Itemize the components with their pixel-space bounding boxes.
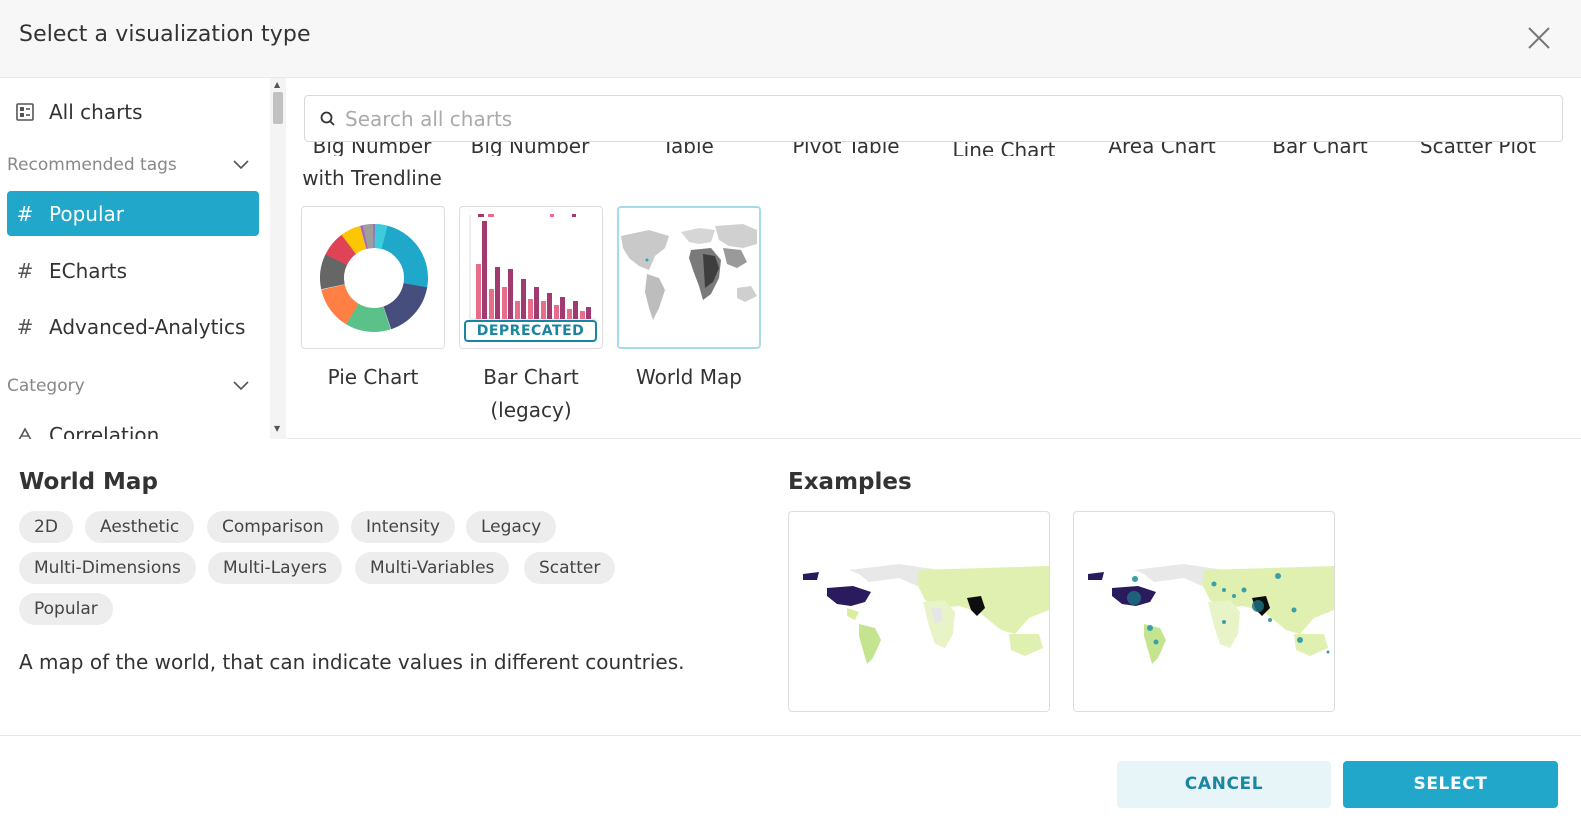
cancel-button[interactable]: CANCEL [1117, 761, 1331, 808]
sidebar-item-label: Correlation [49, 422, 160, 440]
tag: Multi-Layers [208, 552, 342, 584]
thumbnail-bar [489, 289, 494, 319]
thumbnail-bar [580, 311, 585, 319]
tile-label[interactable]: Bar Chart (legacy) [459, 361, 603, 427]
search-input[interactable] [345, 106, 1545, 131]
tag: Aesthetic [85, 511, 195, 543]
sidebar-item-advanced-analytics[interactable]: # Advanced-Analytics [7, 304, 259, 349]
chart-gallery: Big Number Big Number Table Pivot Table … [287, 78, 1581, 439]
partially-hidden-row: Big Number Big Number Table Pivot Table … [287, 142, 1581, 156]
scroll-down-icon[interactable]: ▼ [274, 424, 280, 433]
sidebar-item-all-charts[interactable]: All charts [7, 89, 259, 134]
hash-icon: # [16, 201, 34, 226]
close-icon[interactable] [1526, 25, 1552, 51]
tag: Comparison [207, 511, 339, 543]
tile-label[interactable]: Table [613, 142, 763, 156]
select-button[interactable]: SELECT [1343, 761, 1558, 808]
tile-label-line1: Bar Chart [483, 365, 579, 389]
chart-details: World Map 2D Aesthetic Comparison Intens… [0, 439, 1581, 736]
thumbnail-bar [534, 287, 539, 319]
tile-label[interactable]: Line Chart [929, 142, 1079, 156]
chevron-down-icon [233, 160, 249, 170]
tile-label[interactable]: Scatter Plot [1403, 142, 1553, 156]
tag: Scatter [524, 552, 616, 584]
sidebar-item-correlation[interactable]: Correlation [7, 412, 259, 439]
tag: 2D [19, 511, 73, 543]
thumbnail-bar [528, 299, 533, 319]
section-label: Category [7, 376, 85, 396]
sidebar-item-echarts[interactable]: # ECharts [7, 248, 259, 293]
selected-chart-title: World Map [19, 469, 158, 495]
sidebar-item-label: All charts [49, 99, 143, 124]
search-box[interactable] [304, 95, 1563, 142]
thumbnail-bar [508, 269, 513, 319]
thumbnail-bar [502, 287, 507, 319]
world-map-bubble-example [1088, 564, 1334, 664]
sidebar-item-label: ECharts [49, 258, 128, 283]
tile-label[interactable]: Big Number [297, 142, 447, 156]
tag: Popular [19, 593, 113, 625]
sidebar-item-popular[interactable]: # Popular [7, 191, 259, 236]
tile-label-line2: with Trendline [302, 166, 442, 190]
examples-title: Examples [788, 469, 912, 495]
recommended-tags-header[interactable]: Recommended tags [7, 150, 259, 180]
tag: Multi-Dimensions [19, 552, 196, 584]
world-map-thumbnail [621, 224, 757, 320]
hash-icon: # [16, 314, 34, 339]
sidebar-scrollbar[interactable]: ▲ ▼ [270, 78, 286, 439]
chart-description: A map of the world, that can indicate va… [19, 650, 685, 674]
example-image[interactable] [1073, 511, 1335, 712]
chart-tile-pie[interactable] [301, 206, 445, 349]
section-label: Recommended tags [7, 155, 177, 175]
hash-icon: # [16, 258, 34, 283]
category-header[interactable]: Category [7, 371, 259, 401]
pie-chart-thumbnail [320, 224, 428, 332]
tag: Legacy [466, 511, 557, 543]
thumbnail-bar [541, 301, 546, 319]
thumbnail-bar [521, 279, 526, 319]
sidebar: All charts Recommended tags # Popular # … [0, 78, 286, 439]
tile-label-line2: (legacy) [490, 398, 572, 422]
thumbnail-bar [482, 221, 487, 319]
thumbnail-bar [560, 297, 565, 319]
modal-header: Select a visualization type [0, 0, 1581, 78]
modal-title: Select a visualization type [19, 22, 311, 47]
correlation-icon [14, 426, 36, 439]
dashboard-icon [14, 102, 36, 121]
thumbnail-bar [586, 307, 591, 319]
thumbnail-bar [547, 293, 552, 319]
tag: Multi-Variables [355, 552, 510, 584]
thumbnail-bar [573, 301, 578, 319]
scroll-up-icon[interactable]: ▲ [274, 80, 280, 89]
thumbnail-bar [567, 309, 572, 319]
tile-label[interactable]: Area Chart [1087, 142, 1237, 156]
tile-label[interactable]: Bar Chart [1245, 142, 1395, 156]
chevron-down-icon [233, 381, 249, 391]
thumbnail-bar [554, 305, 559, 319]
thumbnail-bar [515, 301, 520, 319]
deprecated-badge: DEPRECATED [464, 320, 597, 342]
thumbnail-bar [476, 264, 481, 319]
sidebar-item-label: Popular [49, 201, 124, 226]
scroll-thumb[interactable] [273, 92, 283, 124]
tile-label[interactable]: Pivot Table [771, 142, 921, 156]
chart-tile-bar-legacy[interactable]: DEPRECATED [459, 206, 603, 349]
example-image[interactable] [788, 511, 1050, 712]
tag: Intensity [351, 511, 455, 543]
thumbnail-bar [495, 267, 500, 319]
world-map-example [803, 564, 1049, 664]
visualization-type-modal: Select a visualization type All charts R… [0, 0, 1581, 834]
tile-label[interactable]: Pie Chart [301, 361, 445, 394]
tile-label[interactable]: Big Number [455, 142, 605, 156]
search-icon [320, 111, 335, 126]
sidebar-item-label: Advanced-Analytics [49, 314, 246, 339]
tile-label[interactable]: World Map [617, 361, 761, 394]
chart-tile-world-map[interactable] [617, 206, 761, 349]
